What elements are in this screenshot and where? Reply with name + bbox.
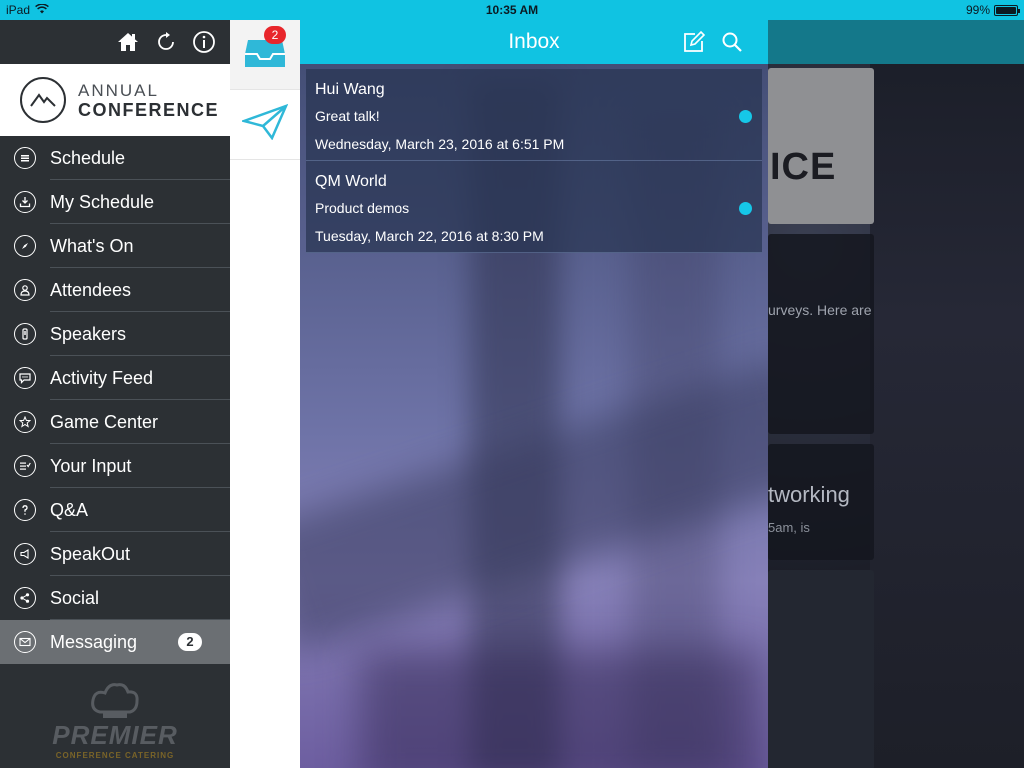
sent-folder-tab[interactable] [230,90,300,160]
microphone-icon [14,323,36,345]
logo-text: ANNUAL CONFERENCE [78,81,219,120]
inbox-actions [682,30,744,59]
refresh-icon[interactable] [154,30,178,54]
chat-icon [14,367,36,389]
message-row[interactable]: QM World Product demos Tuesday, March 22… [306,161,762,253]
logo-line1: ANNUAL [78,80,159,100]
menu-item-label: Attendees [50,279,132,300]
battery-icon [994,4,1020,16]
compose-icon[interactable] [682,30,706,59]
background-card-map [768,570,874,768]
list-icon [14,147,36,169]
menu-item-label: Messaging [50,631,138,652]
megaphone-icon [14,543,36,565]
status-right: 99% [965,3,1020,17]
menu-item-speakout[interactable]: SpeakOut [0,532,230,576]
download-icon [14,191,36,213]
message-list: Hui Wang Great talk! Wednesday, March 23… [306,69,762,253]
message-row[interactable]: Hui Wang Great talk! Wednesday, March 23… [306,69,762,161]
background-card-banner-text: ICE [770,146,837,188]
background-card-networking-title: tworking [768,482,850,507]
sponsor-logo: PREMIER CONFERENCE CATERING [0,664,230,768]
sponsor-name: PREMIER [52,720,178,750]
search-icon[interactable] [720,30,744,59]
inbox-folder-tab[interactable]: 2 [230,20,300,90]
menu-item-your-input[interactable]: Your Input [0,444,230,488]
background-card-survey: urveys. Here are [768,234,874,434]
background-card-banner: ICE [768,68,874,224]
background-header [768,20,1024,64]
background-card-networking: tworking 5am, is [768,444,874,560]
city-skyline-backdrop [360,650,760,768]
message-date: Tuesday, March 22, 2016 at 8:30 PM [315,228,544,244]
question-icon [14,499,36,521]
compass-icon [14,235,36,257]
menu-item-whats-on[interactable]: What's On [0,224,230,268]
menu-item-schedule[interactable]: Schedule [0,136,230,180]
inbox-panel: Inbox Hui Wang Great talk! Wednesday, Ma… [300,20,768,768]
background-card-networking-subtitle: 5am, is [768,520,810,535]
menu-toolbar [0,20,230,64]
inbox-header: Inbox [300,20,768,64]
menu-item-label: Speakers [50,323,127,344]
person-icon [14,279,36,301]
paper-plane-icon [239,103,289,145]
menu-item-messaging[interactable]: Messaging 2 [0,620,230,664]
menu-item-label: Activity Feed [50,367,154,388]
unread-dot-icon [739,110,752,123]
unread-dot-icon [739,202,752,215]
sponsor-tagline: CONFERENCE CATERING [55,751,175,760]
status-time: 10:35 AM [485,3,539,17]
menu-item-label: Your Input [50,455,132,476]
menu-item-label: What's On [50,235,134,256]
menu-item-label: Game Center [50,411,159,432]
menu-item-label: SpeakOut [50,543,131,564]
battery-fill [996,6,1016,14]
star-icon [14,411,36,433]
menu-item-label: Q&A [50,499,89,520]
menu-list: Schedule My Schedule What's On Attendees… [0,136,230,664]
menu-item-label: Social [50,587,100,608]
message-sender: QM World [315,173,387,190]
share-icon [14,587,36,609]
menu-item-social[interactable]: Social [0,576,230,620]
home-icon[interactable] [116,30,140,54]
message-subject: Great talk! [315,108,380,124]
background-card-survey-text: urveys. Here are [768,302,872,318]
menu-item-speakers[interactable]: Speakers [0,312,230,356]
logo-line2: CONFERENCE [78,99,220,120]
menu-item-label: My Schedule [50,191,155,212]
menu-item-qa[interactable]: Q&A [0,488,230,532]
message-subject: Product demos [315,200,410,216]
mailbox-column: 2 [230,20,300,768]
battery-percent: 99% [965,3,990,17]
conference-logo: ANNUAL CONFERENCE [0,64,230,136]
menu-item-my-schedule[interactable]: My Schedule [0,180,230,224]
side-menu: ANNUAL CONFERENCE Schedule My Schedule W… [0,20,230,768]
mountain-logo-icon [20,77,66,123]
info-icon[interactable] [192,30,216,54]
menu-item-game-center[interactable]: Game Center [0,400,230,444]
menu-item-label: Schedule [50,147,126,168]
envelope-icon [14,631,36,653]
menu-item-activity-feed[interactable]: Activity Feed [0,356,230,400]
message-date: Wednesday, March 23, 2016 at 6:51 PM [315,136,565,152]
background-city-image [870,20,1024,768]
messaging-count-badge: 2 [178,633,202,651]
inbox-unread-badge: 2 [264,26,286,44]
chef-hat-icon [91,683,139,718]
checklist-icon [14,455,36,477]
message-sender: Hui Wang [315,81,385,98]
inbox-title: Inbox [508,30,560,53]
status-bar: iPad 10:35 AM 99% [0,0,1024,20]
menu-item-attendees[interactable]: Attendees [0,268,230,312]
